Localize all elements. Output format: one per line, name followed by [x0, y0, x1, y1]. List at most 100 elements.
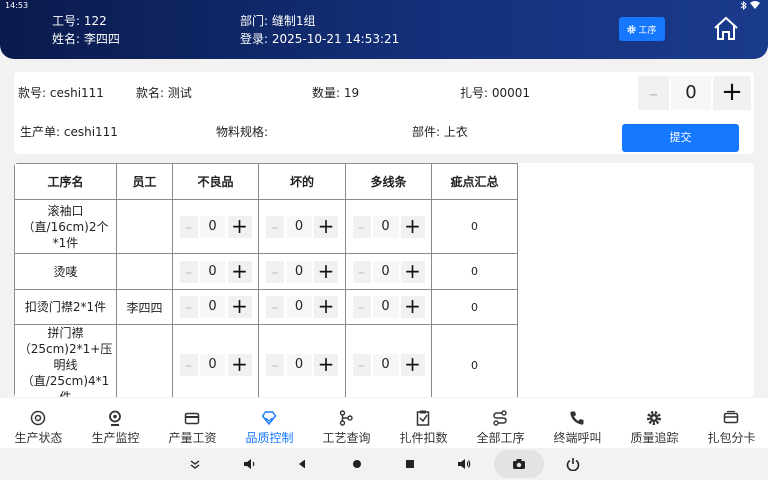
decrement-button[interactable]: – [266, 260, 284, 283]
increment-button[interactable]: + [227, 354, 252, 376]
bundle-info-card: 款号: ceshi111 款名: 测试 数量: 19 扎号: 00001 生产单… [14, 72, 754, 154]
bluetooth-icon [741, 0, 748, 11]
stepper-value[interactable]: 0 [199, 354, 226, 376]
increment-button[interactable]: + [713, 76, 751, 110]
stepper-value[interactable]: 0 [671, 76, 711, 110]
material-spec: 物料规格: [216, 125, 269, 139]
broken-cell: –0 + [258, 324, 346, 397]
header-defective: 不良品 [172, 163, 259, 200]
nav-all-processes[interactable]: 全部工序 [462, 398, 539, 448]
defect-summary: 0 [431, 199, 518, 254]
defect-summary: 0 [431, 289, 518, 325]
stepper-value[interactable]: 0 [286, 354, 312, 376]
nav-bundle-count[interactable]: 扎件扣数 [385, 398, 462, 448]
stepper-value[interactable]: 0 [372, 260, 399, 283]
increment-button[interactable]: + [400, 215, 425, 238]
header-defect-summary: 疵点汇总 [431, 163, 518, 200]
decrement-button[interactable]: – [266, 354, 284, 376]
decrement-button[interactable]: – [266, 215, 284, 238]
stepper-value[interactable]: 0 [286, 215, 312, 238]
back-icon[interactable] [290, 452, 314, 476]
header-process-name: 工序名 [14, 163, 117, 200]
nav-label: 质量追踪 [630, 431, 679, 445]
decrement-button[interactable]: – [352, 354, 371, 376]
employee [116, 324, 173, 397]
stepper-value[interactable]: 0 [372, 354, 399, 376]
nav-quality-tracking[interactable]: 质量追踪 [616, 398, 693, 448]
decrement-button[interactable]: – [179, 260, 198, 283]
defective-stepper: –0 + [173, 260, 258, 283]
increment-button[interactable]: + [227, 215, 252, 238]
defect-summary: 0 [431, 253, 518, 290]
home-icon [714, 16, 738, 40]
increment-button[interactable]: + [314, 215, 338, 238]
process-name: 拼门襟（25cm)2*1+压明线（直/25cm)4*1件 [14, 324, 117, 397]
diamond-icon [261, 411, 277, 426]
increment-button[interactable]: + [314, 260, 338, 283]
power-icon[interactable] [561, 452, 585, 476]
decrement-button[interactable]: – [179, 215, 198, 238]
increment-button[interactable]: + [227, 260, 252, 283]
increment-button[interactable]: + [400, 260, 425, 283]
table-row: 滚袖口（直/16cm)2个*1件 –0 + –0 + –0 + 0 [14, 199, 518, 254]
stepper-value[interactable]: 0 [199, 260, 226, 283]
decrement-button[interactable]: – [352, 260, 371, 283]
wifi-icon [750, 1, 760, 9]
decrement-button[interactable]: – [266, 296, 284, 318]
stepper-value[interactable]: 0 [286, 296, 312, 318]
nav-output-wages[interactable]: 产量工资 [154, 398, 231, 448]
worker-name: 姓名: 李四四 [52, 32, 120, 46]
monitor-icon [109, 410, 121, 426]
process-button-label: 工序 [638, 25, 657, 36]
recents-icon[interactable] [398, 452, 422, 476]
extra-thread-cell: –0 + [345, 199, 432, 254]
increment-button[interactable]: + [400, 296, 425, 318]
decrement-button[interactable]: – [179, 354, 198, 376]
branch-icon [339, 410, 353, 426]
decrement-button[interactable]: – [352, 296, 371, 318]
nav-terminal-call[interactable]: 终端呼叫 [539, 398, 616, 448]
volume-up-icon[interactable] [452, 452, 476, 476]
process-name: 滚袖口（直/16cm)2个*1件 [14, 199, 117, 254]
submit-button[interactable]: 提交 [622, 124, 739, 152]
nav-bundle-card[interactable]: 扎包分卡 [693, 398, 768, 448]
stepper-value[interactable]: 0 [372, 296, 399, 318]
decrement-button[interactable]: – [352, 215, 371, 238]
defective-cell: –0 + [172, 199, 259, 254]
extra-thread-cell: –0 + [345, 324, 432, 397]
table-row: 拼门襟（25cm)2*1+压明线（直/25cm)4*1件 –0 + –0 + –0 +… [14, 324, 518, 397]
collapse-icon[interactable] [183, 452, 207, 476]
stepper-value[interactable]: 0 [372, 215, 399, 238]
stepper-value[interactable]: 0 [199, 296, 226, 318]
nav-production-monitor[interactable]: 生产监控 [77, 398, 154, 448]
extra-thread-stepper: –0 + [346, 354, 431, 376]
worker-number: 工号: 122 [52, 14, 107, 28]
defective-stepper: –0 + [173, 296, 258, 318]
nav-label: 产量工资 [168, 431, 217, 445]
decrement-button[interactable]: – [638, 76, 669, 110]
stepper-value[interactable]: 0 [199, 215, 226, 238]
decrement-button[interactable]: – [179, 296, 198, 318]
nav-quality-control[interactable]: 品质控制 [231, 398, 308, 448]
table-row: 烫唛 –0 + –0 + –0 + 0 [14, 253, 518, 290]
nav-process-query[interactable]: 工艺查询 [308, 398, 385, 448]
process-button[interactable]: 工序 [619, 17, 665, 41]
home-button[interactable] [712, 14, 740, 42]
increment-button[interactable]: + [314, 296, 338, 318]
nav-label: 全部工序 [476, 431, 525, 445]
broken-stepper: –0 + [259, 215, 345, 238]
target-icon [30, 410, 46, 426]
volume-down-icon[interactable] [237, 452, 261, 476]
process-name: 烫唛 [14, 253, 117, 290]
nav-production-status[interactable]: 生产状态 [0, 398, 77, 448]
increment-button[interactable]: + [314, 354, 338, 376]
stepper-value[interactable]: 0 [286, 260, 312, 283]
nav-label: 生产监控 [91, 431, 140, 445]
increment-button[interactable]: + [227, 296, 252, 318]
screenshot-icon[interactable] [494, 450, 544, 478]
home-nav-icon[interactable] [345, 452, 369, 476]
increment-button[interactable]: + [400, 354, 425, 376]
broken-cell: –0 + [258, 253, 346, 290]
nav-label: 生产状态 [14, 431, 63, 445]
table-row: 扣烫门襟2*1件 李四四 –0 + –0 + –0 + 0 [14, 289, 518, 325]
